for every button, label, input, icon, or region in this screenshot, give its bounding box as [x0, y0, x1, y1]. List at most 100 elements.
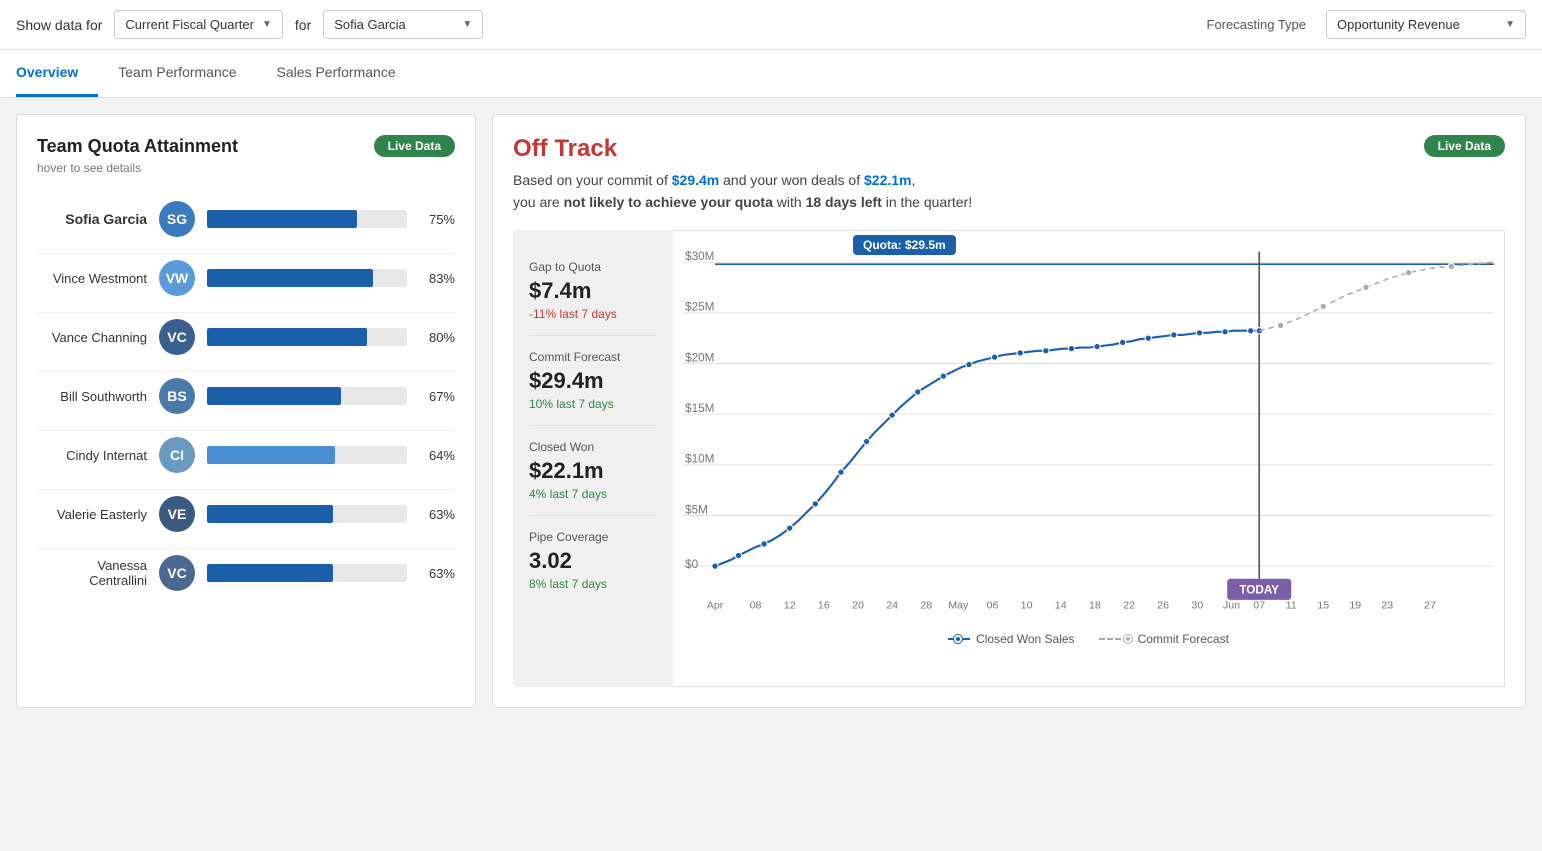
- bar-container: [207, 269, 407, 287]
- metric-label: Pipe Coverage: [529, 530, 657, 544]
- team-member: Bill Southworth BS 67%: [37, 371, 455, 420]
- bar-pct: 63%: [419, 507, 455, 522]
- quota-label: Quota: $29.5m: [853, 235, 956, 255]
- for-label: for: [295, 17, 311, 33]
- member-name: Sofia Garcia: [37, 211, 147, 227]
- member-name: Vince Westmont: [37, 271, 147, 286]
- metric-label: Gap to Quota: [529, 260, 657, 274]
- bar-container: [207, 564, 407, 582]
- team-member: Sofia GarciaSG75%: [37, 195, 455, 243]
- live-badge-right: Live Data: [1424, 135, 1505, 157]
- days-bold: 18 days left: [806, 194, 882, 210]
- live-badge-left: Live Data: [374, 135, 455, 157]
- svg-text:$0: $0: [685, 558, 699, 571]
- main-content: Team Quota Attainment Live Data hover to…: [0, 98, 1542, 724]
- metric-change: -11% last 7 days: [529, 307, 657, 321]
- svg-text:$25M: $25M: [685, 301, 714, 314]
- svg-text:08: 08: [750, 599, 762, 611]
- right-panel: Off Track Based on your commit of $29.4m…: [492, 114, 1526, 708]
- metric-item: Pipe Coverage 3.02 8% last 7 days: [529, 516, 657, 605]
- svg-text:06: 06: [987, 599, 999, 611]
- svg-text:18: 18: [1089, 599, 1101, 611]
- tab-sales-performance[interactable]: Sales Performance: [257, 50, 416, 97]
- metric-value: 3.02: [529, 548, 657, 574]
- svg-text:$15M: $15M: [685, 402, 714, 415]
- bar-pct: 67%: [419, 389, 455, 404]
- avatar: VC: [159, 319, 195, 355]
- svg-text:30: 30: [1191, 599, 1203, 611]
- bar-container: [207, 387, 407, 405]
- legend-closed-won-label: Closed Won Sales: [976, 632, 1075, 646]
- off-track-title: Off Track: [513, 135, 972, 163]
- bar-fill: [207, 446, 335, 464]
- svg-text:22: 22: [1123, 599, 1135, 611]
- won-value: $22.1m: [864, 172, 911, 188]
- team-member: Valerie EasterlyVE63%: [37, 489, 455, 538]
- chart-wrapper: Quota: $29.5m $30M $25M $20M $15M $10M: [673, 230, 1505, 687]
- metric-value: $22.1m: [529, 458, 657, 484]
- svg-text:24: 24: [886, 599, 898, 611]
- bar-fill: [207, 564, 333, 582]
- bar-fill: [207, 269, 373, 287]
- avatar: VW: [159, 260, 195, 296]
- bar-container: [207, 210, 407, 228]
- svg-text:20: 20: [852, 599, 864, 611]
- desc-6: in the quarter!: [882, 194, 972, 210]
- metric-change: 8% last 7 days: [529, 577, 657, 591]
- commit-value: $29.4m: [672, 172, 719, 188]
- tab-team-performance[interactable]: Team Performance: [98, 50, 256, 97]
- svg-text:26: 26: [1157, 599, 1169, 611]
- right-panel-header: Off Track Based on your commit of $29.4m…: [513, 135, 1505, 214]
- hover-hint: hover to see details: [37, 161, 455, 175]
- svg-text:12: 12: [784, 599, 796, 611]
- svg-text:15: 15: [1317, 599, 1329, 611]
- metric-value: $29.4m: [529, 368, 657, 394]
- bar-fill: [207, 210, 357, 228]
- period-dropdown[interactable]: Current Fiscal Quarter ▼: [114, 10, 283, 39]
- bar-pct: 63%: [419, 566, 455, 581]
- panel-header: Team Quota Attainment Live Data: [37, 135, 455, 157]
- bar-container: [207, 505, 407, 523]
- metric-item: Commit Forecast$29.4m10% last 7 days: [529, 336, 657, 426]
- desc-5: with: [773, 194, 806, 210]
- avatar: BS: [159, 378, 195, 414]
- svg-text:10: 10: [1021, 599, 1033, 611]
- person-dropdown[interactable]: Sofia Garcia ▼: [323, 10, 483, 39]
- desc-1: Based on your commit of: [513, 172, 672, 188]
- svg-text:27: 27: [1424, 599, 1436, 611]
- tab-bar: Overview Team Performance Sales Performa…: [0, 50, 1542, 98]
- svg-text:07: 07: [1253, 599, 1265, 611]
- chart-legend: Closed Won Sales Commit Forecast: [683, 632, 1494, 646]
- header: Show data for Current Fiscal Quarter ▼ f…: [0, 0, 1542, 50]
- team-member: Vance ChanningVC80%: [37, 312, 455, 361]
- show-data-label: Show data for: [16, 17, 102, 33]
- forecasting-dropdown[interactable]: Opportunity Revenue ▼: [1326, 10, 1526, 39]
- metric-label: Commit Forecast: [529, 350, 657, 364]
- avatar: CI: [159, 437, 195, 473]
- team-quota-panel: Team Quota Attainment Live Data hover to…: [16, 114, 476, 708]
- svg-text:Apr: Apr: [707, 599, 724, 611]
- member-name: Vanessa Centrallini: [37, 558, 147, 588]
- svg-text:14: 14: [1055, 599, 1067, 611]
- line-chart: $30M $25M $20M $15M $10M $5M $0: [683, 241, 1494, 621]
- bar-fill: [207, 387, 341, 405]
- metric-change: 4% last 7 days: [529, 487, 657, 501]
- tab-overview[interactable]: Overview: [16, 50, 98, 97]
- legend-commit-forecast: Commit Forecast: [1099, 632, 1229, 646]
- member-name: Bill Southworth: [37, 389, 147, 404]
- svg-text:28: 28: [920, 599, 932, 611]
- svg-text:$30M: $30M: [685, 250, 714, 263]
- bold-phrase: not likely to achieve your quota: [564, 194, 773, 210]
- svg-text:$5M: $5M: [685, 503, 708, 516]
- svg-text:$20M: $20M: [685, 351, 714, 364]
- bar-pct: 80%: [419, 330, 455, 345]
- svg-text:May: May: [948, 599, 969, 611]
- svg-text:TODAY: TODAY: [1239, 583, 1279, 596]
- legend-commit-forecast-label: Commit Forecast: [1138, 632, 1229, 646]
- metrics-sidebar: Gap to Quota $7.4m -11% last 7 days Commit …: [513, 230, 673, 687]
- svg-text:23: 23: [1381, 599, 1393, 611]
- bar-container: [207, 446, 407, 464]
- member-name: Valerie Easterly: [37, 507, 147, 522]
- metric-value: $7.4m: [529, 278, 657, 304]
- team-member: Vanessa CentralliniVC63%: [37, 548, 455, 597]
